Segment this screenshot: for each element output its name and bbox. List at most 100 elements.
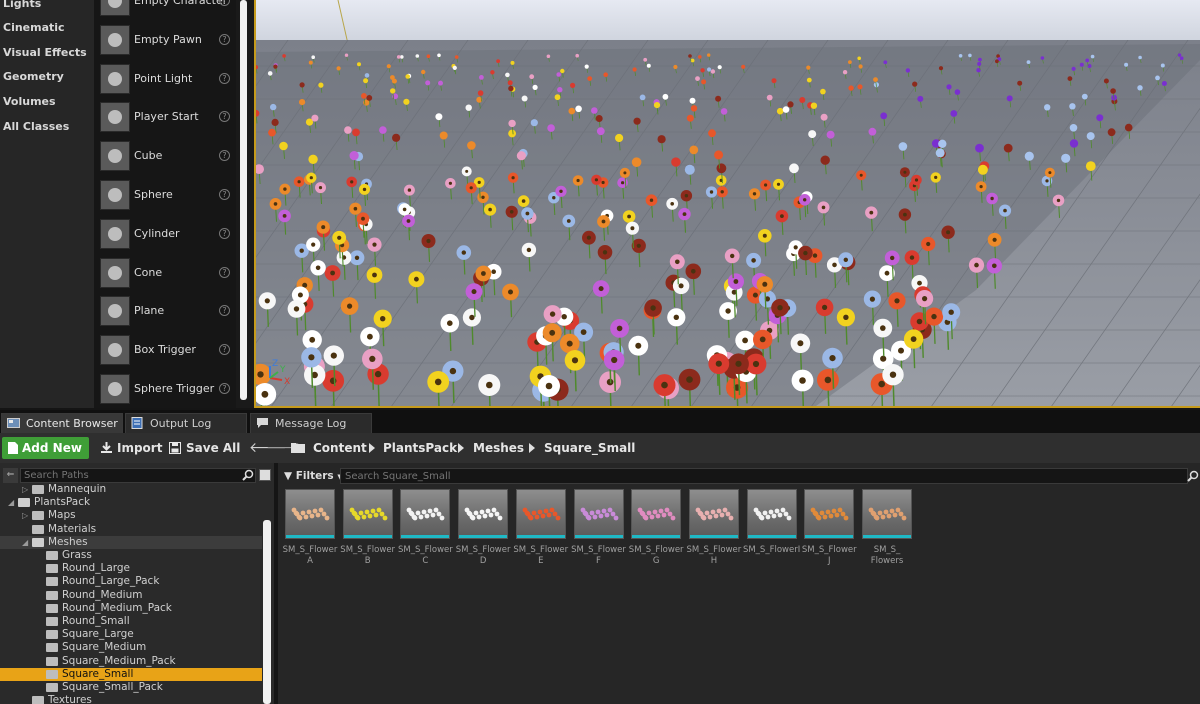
asset-tile[interactable]: SM_S_Flower C [398,489,453,567]
asset-name: SM_S_ Flowers [870,545,904,566]
asset-tile[interactable]: SM_S_Flower A [283,489,337,567]
category-visual-effects[interactable]: Visual Effects [3,46,87,59]
help-icon[interactable]: ? [219,266,230,278]
folder-icon [46,643,58,653]
asset-tile[interactable]: SM_S_Flower E [513,489,568,567]
asset-thumbnail [458,489,509,539]
help-icon[interactable]: ? [219,189,230,200]
view-options-icon[interactable] [259,469,271,481]
help-icon[interactable]: ? [219,0,230,6]
tree-scrollbar[interactable] [263,520,271,704]
save-all-button[interactable]: Save All [169,437,240,459]
import-label: Import [117,441,163,455]
tab-output-log[interactable]: Output Log [125,413,247,433]
tree-item[interactable]: Round_Medium [0,589,262,602]
tree-item[interactable]: ▷ Mannequin [0,483,262,496]
folder-icon [32,524,44,534]
expand-arrow-icon[interactable]: ◢ [22,536,28,549]
tree-item[interactable]: Round_Large [0,562,262,575]
help-icon[interactable]: ? [219,111,230,123]
asset-name: SM_S_Flower E [513,545,569,566]
tree-item[interactable]: Round_Small [0,615,262,628]
modes-scrollbar-thumb[interactable] [240,0,247,400]
help-icon[interactable]: ? [219,305,230,317]
place-item[interactable]: Empty Character? [94,0,236,20]
tree-item[interactable]: Square_Small_Pack [0,681,262,694]
tree-item[interactable]: Square_Medium [0,641,262,654]
place-item[interactable]: Sphere Trigger? [94,370,236,408]
place-item[interactable]: Point Light? [94,60,236,98]
tree-item[interactable]: ◢ PlantsPack [0,496,262,509]
asset-name: SM_S_Flower J [801,545,857,566]
search-paths-input[interactable] [20,468,256,483]
place-item[interactable]: Cylinder? [94,215,236,253]
asset-name: SM_S_Flower B [340,545,396,566]
import-button[interactable]: Import [100,437,162,459]
category-geometry[interactable]: Geometry [3,70,64,83]
filters-button[interactable]: ▼ Filters ▼ [284,468,343,485]
place-item[interactable]: Plane? [94,292,236,330]
help-icon[interactable]: ? [219,150,230,162]
breadcrumb-content[interactable]: Content [313,441,367,455]
asset-thumbnail [400,489,451,539]
breadcrumb-square-small[interactable]: Square_Small [544,441,635,455]
asset-tile[interactable]: SM_S_ Flowers [862,489,912,567]
tree-item[interactable]: Square_Small [0,667,262,681]
add-new-button[interactable]: Add New ▼ [2,437,89,476]
place-item[interactable]: Box Trigger? [94,331,236,369]
breadcrumb-meshes[interactable]: Meshes [473,441,524,455]
content-browser-toolbar: Add New ▼ Import Save All 🡐 🡒 Content Pl… [0,433,1200,476]
help-icon[interactable]: ? [219,344,230,356]
help-icon[interactable]: ? [219,383,230,394]
asset-tile[interactable]: SM_S_Flower D [456,489,510,567]
tree-item-label: Meshes [48,535,88,548]
help-icon[interactable]: ? [219,227,230,239]
viewport-scene[interactable]: Z X Y [256,0,1200,406]
tab-content-browser[interactable]: Content Browser [1,413,123,433]
asset-tile[interactable]: SM_S_Flower F [571,489,626,567]
breadcrumb-separator-icon[interactable] [369,443,375,453]
tree-item[interactable]: Grass [0,549,262,562]
place-item[interactable]: Player Start? [94,98,236,136]
help-icon[interactable]: ? [219,33,230,45]
asset-tile[interactable]: SM_S_Flower H [687,489,741,567]
expand-arrow-icon[interactable]: ◢ [8,496,14,509]
asset-tile[interactable]: SM_S_Flower B [340,489,395,567]
category-lights[interactable]: Lights [3,0,41,10]
collapse-tree-icon[interactable]: ⇐ [3,468,18,483]
asset-tile[interactable]: SM_S_Flower J [802,489,857,567]
asset-type-bar [689,535,738,538]
place-item[interactable]: Cone? [94,254,236,292]
place-item[interactable]: Sphere? [94,176,236,214]
place-item[interactable]: Empty Pawn? [94,21,236,59]
asset-tile[interactable]: SM_S_FlowerI [743,489,800,556]
tree-item[interactable]: Materials [0,523,262,536]
axis-y-label: Y [279,365,286,375]
breadcrumb-plantspack[interactable]: PlantsPack [383,441,457,455]
place-item-label: Point Light [134,71,193,85]
tab-message-log[interactable]: Message Log [250,413,372,433]
asset-tile[interactable]: SM_S_Flower G [629,489,684,567]
tree-item[interactable]: ◢ Meshes [0,535,262,549]
tree-item[interactable]: Square_Medium_Pack [0,655,262,668]
expand-arrow-icon[interactable]: ▷ [22,483,28,496]
tree-item[interactable]: Round_Medium_Pack [0,602,262,615]
level-viewport[interactable]: Z X Y [254,0,1200,408]
tree-item[interactable]: Textures [0,694,262,704]
pawn-icon [100,24,130,55]
help-icon[interactable]: ? [219,72,230,84]
expand-arrow-icon[interactable]: ▷ [22,509,28,522]
category-cinematic[interactable]: Cinematic [3,21,65,34]
category-volumes[interactable]: Volumes [3,95,56,108]
breadcrumb-separator-icon[interactable] [529,443,535,453]
category-all-classes[interactable]: All Classes [3,120,69,133]
tree-item[interactable]: ▷ Maps [0,509,262,522]
search-assets-input[interactable] [340,468,1188,484]
breadcrumb-separator-icon[interactable] [458,443,464,453]
modes-scrollbar[interactable] [236,0,254,408]
folder-icon [46,603,58,613]
place-item[interactable]: Cube? [94,137,236,175]
tree-item[interactable]: Square_Large [0,628,262,641]
place-item-label: Empty Character [134,0,228,7]
tree-item[interactable]: Round_Large_Pack [0,575,262,588]
